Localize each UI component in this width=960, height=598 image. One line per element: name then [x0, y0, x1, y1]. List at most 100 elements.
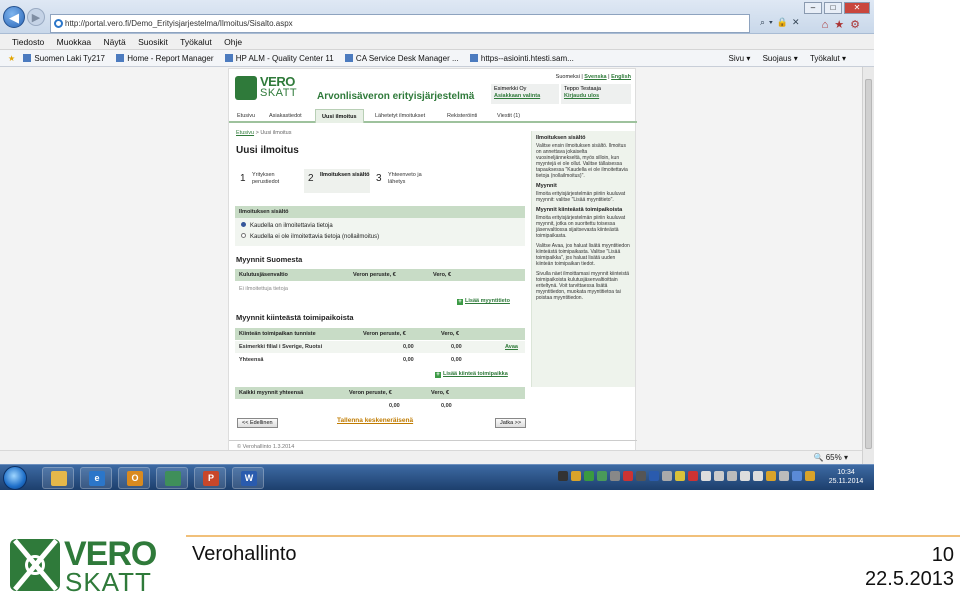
tray-icon[interactable] [623, 471, 633, 481]
tray-icon[interactable] [636, 471, 646, 481]
tray-icon[interactable] [662, 471, 672, 481]
column-header: Vero, € [431, 390, 450, 396]
favorite-link[interactable]: https--asiointi.htesti.sam... [469, 54, 574, 63]
tray-icon[interactable] [753, 471, 763, 481]
tray-icon[interactable] [688, 471, 698, 481]
favorites-star-icon[interactable]: ★ [8, 54, 15, 63]
forward-icon[interactable]: ▶ [27, 8, 45, 26]
tray-icon[interactable] [714, 471, 724, 481]
next-button[interactable]: Jatka >> [495, 418, 527, 428]
add-establishment-link[interactable]: + Lisää kiinteä toimipaikka [435, 371, 508, 378]
start-button-icon[interactable] [3, 466, 27, 490]
clock-time: 10:34 [837, 469, 855, 476]
column-header: Vero, € [433, 272, 452, 278]
app-taskbar-icon[interactable] [156, 467, 188, 489]
radio-unselected-icon [241, 233, 246, 238]
menu-item[interactable]: Ohje [224, 37, 242, 47]
logo-text-bottom: SKATT [260, 87, 298, 99]
help-panel: Ilmoituksen sisältö Valitse ensin ilmoit… [531, 131, 635, 387]
radio-has-data[interactable]: Kaudella on ilmoitettavia tietoja [241, 222, 333, 229]
help-heading: Myynnit [536, 183, 557, 189]
tray-icon[interactable] [597, 471, 607, 481]
tray-icon[interactable] [558, 471, 568, 481]
save-draft-link[interactable]: Tallenna keskeneräisenä [337, 417, 413, 424]
tray-icon[interactable] [779, 471, 789, 481]
tools-menu[interactable]: Työkalut ▾ [810, 54, 846, 63]
outlook-taskbar-icon[interactable]: O [118, 467, 150, 489]
tab-lahetetyt[interactable]: Lähetetyt ilmoitukset [369, 109, 431, 123]
radio-selected-icon [241, 222, 246, 227]
menu-item[interactable]: Tiedosto [12, 37, 44, 47]
site-header: VERO SKATT Arvonlisäveron erityisjärjest… [229, 69, 637, 107]
word-icon: W [241, 471, 257, 486]
select-customer-link[interactable]: Asiakkaan valinta [494, 93, 556, 100]
column-header: Veron peruste, € [349, 390, 392, 396]
close-icon[interactable]: ✕ [844, 2, 870, 14]
folder-icon [51, 471, 67, 486]
previous-button[interactable]: << Edellinen [237, 418, 278, 428]
tray-icon[interactable] [805, 471, 815, 481]
menu-item[interactable]: Näytä [104, 37, 126, 47]
explorer-taskbar-icon[interactable] [42, 467, 74, 489]
menu-item[interactable]: Suosikit [138, 37, 168, 47]
step-number: 3 [376, 173, 382, 184]
tab-viestit[interactable]: Viestit (1) [491, 109, 526, 123]
step-label: Yrityksen perustiedot [252, 172, 280, 185]
favorite-link[interactable]: Home - Report Manager [116, 54, 213, 63]
toolbar-icons[interactable]: ⌂★⚙ [822, 18, 866, 31]
address-tools[interactable]: ⌕▾🔒✕ [760, 17, 804, 28]
network-icon[interactable] [740, 471, 750, 481]
menu-item[interactable]: Muokkaa [57, 37, 92, 47]
tab-rekisterointi[interactable]: Rekisteröinti [441, 109, 483, 123]
tab-etusivu[interactable]: Etusivu [231, 109, 261, 123]
fixed-table-header: Kiinteän toimipaikan tunniste Veron peru… [235, 328, 525, 340]
tab-uusi-ilmoitus[interactable]: Uusi ilmoitus [315, 109, 364, 123]
tray-icon[interactable] [571, 471, 581, 481]
tray-icon[interactable] [727, 471, 737, 481]
word-taskbar-icon[interactable]: W [232, 467, 264, 489]
favorite-link[interactable]: CA Service Desk Manager ... [344, 54, 459, 63]
favorite-link[interactable]: HP ALM - Quality Center 11 [224, 54, 334, 63]
tray-icon[interactable] [584, 471, 594, 481]
breadcrumb-current: > Uusi ilmoitus [255, 130, 292, 136]
lang-swedish-link[interactable]: Svenska [584, 74, 606, 80]
content-panel-header: Ilmoituksen sisältö [235, 206, 525, 218]
taskbar-clock[interactable]: 10:34 25.11.2014 [822, 468, 870, 486]
logo-text-bottom: SKATT [65, 567, 152, 597]
safety-menu[interactable]: Suojaus ▾ [763, 54, 798, 63]
ie-taskbar-icon[interactable]: e [80, 467, 112, 489]
powerpoint-taskbar-icon[interactable]: P [194, 467, 226, 489]
radio-nil-report[interactable]: Kaudella ei ole ilmoitettavia tietoja (n… [241, 233, 379, 240]
clock-date: 25.11.2014 [828, 478, 864, 485]
vero-logo[interactable]: VERO SKATT [235, 74, 309, 101]
maximize-icon[interactable]: □ [824, 2, 842, 14]
open-link[interactable]: Avaa [505, 341, 518, 353]
minimize-icon[interactable]: – [804, 2, 822, 14]
menu-item[interactable]: Työkalut [180, 37, 212, 47]
ie-icon [54, 19, 63, 28]
url-input[interactable]: http://portal.vero.fi/Demo_Erityisjarjes… [50, 14, 750, 33]
lang-english-link[interactable]: English [611, 74, 631, 80]
tray-icon[interactable] [766, 471, 776, 481]
add-sale-link[interactable]: + Lisää myyntitieto [457, 298, 510, 305]
tax-amount: 0,00 [451, 344, 462, 350]
tray-icon[interactable] [792, 471, 802, 481]
help-text: Valitse ensin ilmoituksen sisältö. Ilmoi… [536, 143, 628, 179]
step-1: 1 Yrityksen perustiedot [236, 169, 302, 193]
vertical-scrollbar[interactable] [862, 67, 874, 464]
zoom-level[interactable]: 🔍 65% ▾ [814, 451, 848, 464]
tray-icon[interactable] [649, 471, 659, 481]
breadcrumb-home-link[interactable]: Etusivu [236, 130, 254, 136]
tray-icon[interactable] [675, 471, 685, 481]
logout-link[interactable]: Kirjaudu ulos [564, 93, 628, 100]
scroll-thumb[interactable] [865, 79, 872, 449]
tab-asiakastiedot[interactable]: Asiakastiedot [263, 109, 308, 123]
tray-icon[interactable] [610, 471, 620, 481]
back-icon[interactable]: ◀ [3, 6, 25, 28]
main-tabs: Etusivu Asiakastiedot Uusi ilmoitus Lähe… [229, 107, 637, 123]
favicon-icon [469, 54, 478, 62]
favorite-link[interactable]: Suomen Laki Ty217 [23, 54, 105, 63]
page-menu[interactable]: Sivu ▾ [729, 54, 751, 63]
vero-emblem-icon [235, 76, 257, 100]
volume-icon[interactable] [701, 471, 711, 481]
